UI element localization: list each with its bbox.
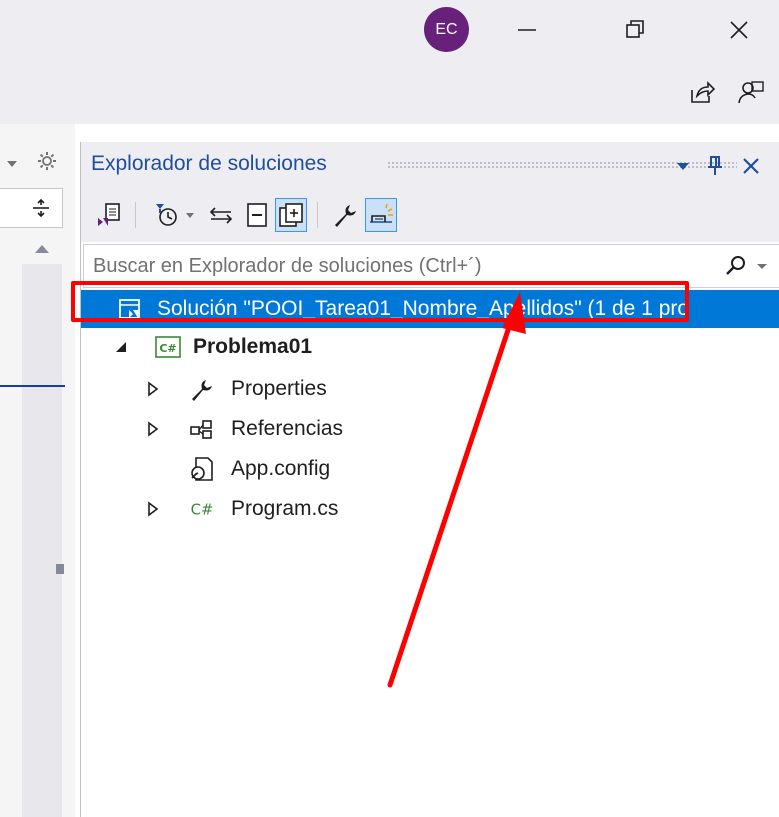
tree-item-label: Properties — [231, 377, 327, 400]
search-options[interactable] — [724, 253, 774, 279]
search-icon[interactable] — [724, 254, 750, 278]
annotation-highlight-box — [71, 281, 689, 322]
minimize-icon — [518, 29, 536, 31]
restore-button[interactable] — [612, 10, 658, 50]
live-share-icon[interactable] — [687, 78, 717, 108]
split-icon[interactable] — [30, 197, 52, 219]
config-file-icon — [189, 456, 215, 482]
tree-item-label: Program.cs — [231, 497, 339, 520]
restore-icon — [626, 20, 644, 38]
tree-item-label: Referencias — [231, 417, 344, 440]
expanded-arrow-icon[interactable] — [111, 337, 131, 357]
scroll-up-icon[interactable] — [34, 244, 50, 254]
wrench-icon — [189, 376, 215, 402]
tree-item-program-cs[interactable]: C# Program.cs — [81, 490, 779, 528]
left-panel-header — [0, 146, 75, 182]
tree-item-label: Problema01 — [193, 335, 313, 358]
tree-item-project[interactable]: C# Problema01 — [81, 328, 779, 366]
pending-changes-filter-icon[interactable] — [151, 198, 183, 232]
sync-with-active-document-icon[interactable] — [205, 198, 237, 232]
close-window-button[interactable] — [716, 10, 762, 50]
properties-wrench-icon[interactable] — [329, 198, 361, 232]
solution-explorer-header: Explorador de soluciones — [81, 142, 779, 188]
tree-item-properties[interactable]: Properties — [81, 370, 779, 408]
user-avatar[interactable]: EC — [424, 7, 469, 52]
top-toolbar — [0, 66, 779, 124]
title-bar: EC — [0, 0, 779, 66]
pin-icon[interactable] — [701, 152, 729, 180]
left-tool-panel — [0, 124, 75, 817]
show-all-files-icon[interactable] — [275, 198, 307, 232]
csharp-project-icon: C# — [155, 334, 181, 360]
panel-title: Explorador de soluciones — [91, 152, 327, 175]
solution-tree: Solución "POOI_Tarea01_Nombre_Apellidos"… — [81, 290, 779, 817]
filter-dropdown-caret-icon[interactable] — [181, 198, 199, 232]
solution-explorer-panel: Explorador de soluciones Buscar en Explo… — [80, 142, 779, 817]
left-panel-scrollbar[interactable] — [22, 264, 62, 817]
close-icon[interactable] — [737, 152, 765, 180]
left-panel-box[interactable] — [0, 188, 63, 228]
collapse-all-icon[interactable] — [241, 198, 273, 232]
dropdown-caret-icon[interactable] — [6, 158, 18, 170]
switch-views-icon[interactable] — [93, 198, 125, 232]
dropdown-icon[interactable] — [669, 152, 697, 180]
collapsed-arrow-icon[interactable] — [143, 499, 163, 519]
feedback-icon[interactable] — [736, 78, 766, 108]
left-panel-divider — [0, 385, 65, 387]
tree-item-references[interactable]: Referencias — [81, 410, 779, 448]
collapsed-arrow-icon[interactable] — [143, 419, 163, 439]
references-icon — [189, 416, 215, 442]
svg-text:C#: C# — [191, 501, 214, 519]
tree-item-app-config[interactable]: App.config — [81, 450, 779, 488]
tree-item-label: App.config — [231, 457, 331, 480]
close-icon — [730, 21, 748, 39]
svg-text:C#: C# — [159, 342, 176, 355]
search-dropdown-icon[interactable] — [756, 260, 768, 272]
toolbar-separator — [317, 202, 318, 228]
search-input[interactable]: Buscar en Explorador de soluciones (Ctrl… — [93, 255, 482, 278]
solution-explorer-toolbar — [81, 188, 779, 242]
scroll-grip — [56, 564, 64, 574]
collapsed-arrow-icon[interactable] — [143, 379, 163, 399]
csharp-file-icon: C# — [189, 496, 215, 522]
preview-selected-items-icon[interactable] — [365, 198, 397, 232]
minimize-button[interactable] — [504, 10, 550, 50]
gear-icon[interactable] — [36, 150, 58, 172]
toolbar-separator — [135, 202, 136, 228]
